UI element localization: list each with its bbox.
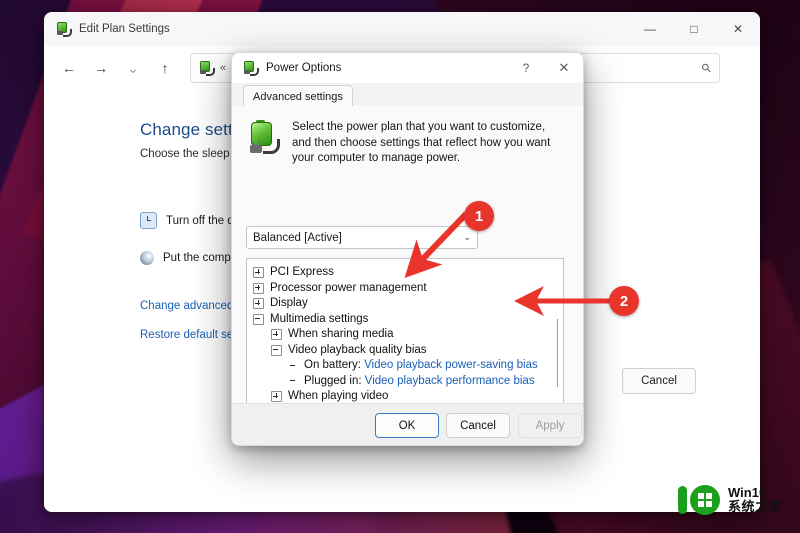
help-button[interactable]: ? — [507, 53, 545, 83]
expand-plus-icon[interactable] — [253, 267, 264, 279]
dialog-footer: OK Cancel Apply — [232, 403, 583, 445]
expand-plus-icon[interactable] — [271, 391, 282, 403]
close-button[interactable]: ✕ — [716, 12, 760, 46]
tree-row-label: Display — [270, 297, 308, 309]
apply-button[interactable]: Apply — [518, 413, 582, 438]
tree-row[interactable]: Display — [251, 296, 559, 312]
tree-row-label: PCI Express — [270, 266, 334, 278]
setting-row-turn-off-display[interactable]: Turn off the di — [140, 212, 236, 229]
back-button[interactable]: ← — [54, 53, 84, 83]
watermark-line-1: Win10 — [728, 485, 767, 501]
tree-row-label: Plugged in: — [304, 374, 362, 387]
tree-row-value-link[interactable]: Video playback power-saving bias — [364, 358, 538, 374]
dialog-cancel-button[interactable]: Cancel — [446, 413, 510, 438]
address-power-plan-icon — [199, 61, 215, 76]
dialog-title-group: Power Options — [232, 61, 342, 76]
advanced-settings-panel: Select the power plan that you want to c… — [232, 106, 583, 445]
minimize-button[interactable]: — — [628, 12, 672, 46]
dialog-intro-text: Select the power plan that you want to c… — [292, 121, 551, 164]
tree-row-value-link[interactable]: Video playback performance bias — [365, 374, 535, 390]
tree-row-label: When sharing media — [288, 328, 394, 340]
forward-button[interactable]: → — [86, 53, 116, 83]
window-cancel-button[interactable]: Cancel — [622, 368, 696, 394]
setting-row-put-computer-to-sleep[interactable]: Put the comp — [140, 251, 231, 265]
recent-locations-button[interactable]: ⌄ — [118, 53, 148, 83]
tree-row-label: Processor power management — [270, 281, 427, 294]
dialog-titlebar[interactable]: Power Options ? ✕ — [232, 53, 583, 83]
tree-row[interactable]: On battery: Video playback power-saving … — [251, 358, 559, 374]
tree-root: PCI Express Processor power management Dis… — [247, 259, 563, 420]
tree-row[interactable]: Plugged in: Video playback performance b… — [251, 374, 559, 390]
maximize-button[interactable]: □ — [672, 12, 716, 46]
power-plan-select[interactable]: Balanced [Active] ⌄ — [246, 226, 478, 249]
sleep-moon-icon — [140, 251, 154, 265]
tree-row-label: Multimedia settings — [270, 312, 369, 325]
window-caption-buttons: — □ ✕ — [628, 12, 760, 46]
up-button[interactable]: ↑ — [150, 53, 180, 83]
collapse-minus-icon[interactable] — [271, 344, 282, 356]
window-title: Edit Plan Settings — [79, 23, 170, 35]
tree-row[interactable]: When sharing media — [251, 327, 559, 343]
tree-spacer — [289, 361, 298, 370]
dialog-title: Power Options — [266, 62, 342, 74]
dialog-caption-buttons: ? ✕ — [507, 53, 583, 83]
dialog-close-button[interactable]: ✕ — [545, 53, 583, 83]
change-advanced-settings-link[interactable]: Change advanced — [140, 300, 233, 312]
ok-button[interactable]: OK — [375, 413, 439, 438]
expand-plus-icon[interactable] — [271, 329, 282, 341]
dialog-intro: Select the power plan that you want to c… — [232, 106, 583, 167]
watermark-text: Win10 系统之家 — [728, 486, 782, 513]
breadcrumb-overflow-chevron[interactable]: « — [220, 62, 226, 74]
collapse-minus-icon[interactable] — [253, 313, 264, 325]
tree-row-label: On battery: — [304, 359, 361, 371]
display-clock-icon — [140, 212, 157, 229]
expand-plus-icon[interactable] — [253, 298, 264, 310]
tab-advanced-settings[interactable]: Advanced settings — [243, 85, 353, 108]
tree-row-label: Video playback quality bias — [288, 343, 427, 356]
watermark-logo-icon — [678, 484, 722, 516]
tree-scrollbar[interactable] — [557, 319, 558, 387]
watermark: Win10 系统之家 — [678, 484, 782, 516]
tree-row[interactable]: Multimedia settings — [251, 312, 559, 328]
tree-row[interactable]: Processor power management — [251, 281, 559, 297]
dialog-power-plan-icon — [243, 61, 259, 76]
tree-row[interactable]: PCI Express — [251, 265, 559, 281]
tree-spacer — [289, 377, 298, 386]
dialog-tabstrip: Advanced settings — [232, 83, 583, 108]
battery-plug-icon — [246, 120, 280, 156]
tree-row[interactable]: Video playback quality bias — [251, 343, 559, 359]
window-title-group: Edit Plan Settings — [44, 22, 170, 37]
power-plan-selected-value: Balanced [Active] — [253, 231, 342, 244]
setting-label-turn-off-display: Turn off the di — [166, 214, 237, 227]
expand-plus-icon[interactable] — [253, 282, 264, 294]
watermark-line-2: 系统之家 — [728, 499, 783, 514]
power-options-dialog: Power Options ? ✕ Advanced settings Sele… — [231, 52, 584, 446]
setting-label-put-computer-to-sleep: Put the comp — [163, 252, 231, 264]
advanced-settings-tree[interactable]: PCI Express Processor power management Dis… — [246, 258, 564, 427]
chevron-down-icon: ⌄ — [463, 232, 471, 242]
search-icon: ⚲ — [698, 59, 715, 77]
power-plan-icon — [56, 22, 72, 37]
window-titlebar[interactable]: Edit Plan Settings — □ ✕ — [44, 12, 760, 46]
search-input[interactable]: ⚲ — [574, 53, 720, 83]
restore-default-settings-link[interactable]: Restore default set — [140, 329, 237, 341]
